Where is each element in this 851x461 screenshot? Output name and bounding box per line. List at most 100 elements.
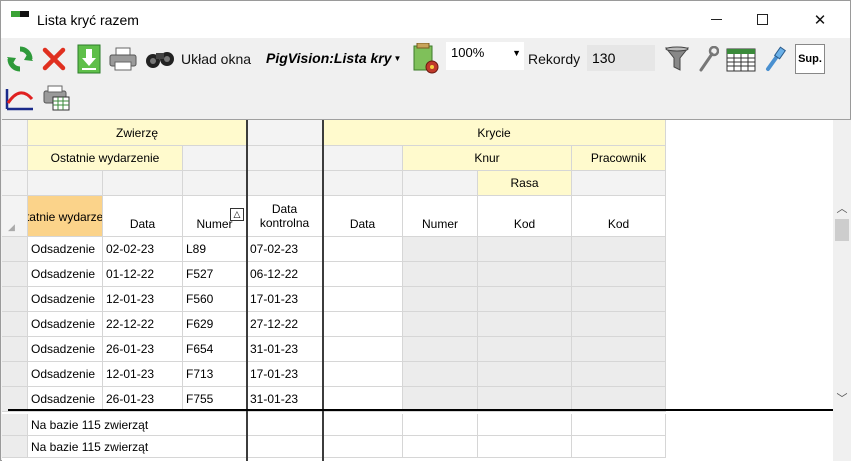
download-button[interactable] (74, 43, 104, 75)
column-header-kod-pracownik[interactable]: Kod (572, 196, 666, 237)
footer-cell (247, 436, 323, 458)
minimize-button[interactable] (693, 1, 739, 38)
refresh-button[interactable] (5, 44, 35, 74)
cell-krycie-data[interactable] (323, 237, 403, 262)
column-header-ostatnie-wydarzenie[interactable]: Ostatnie wydarzenie (28, 196, 103, 237)
cell-kod-rasa[interactable] (478, 262, 572, 287)
zoom-select[interactable]: 100% ▼ (446, 42, 524, 70)
search-button[interactable] (143, 44, 177, 74)
row-header[interactable] (2, 262, 28, 287)
cell-numer[interactable]: F713 (183, 362, 247, 387)
settings-button[interactable] (695, 44, 721, 74)
layout-select[interactable]: PigVision:Lista kry ▼ (260, 44, 410, 72)
sub-header-blank-b (103, 171, 183, 196)
cell-krycie-data[interactable] (323, 262, 403, 287)
cell-kod-rasa[interactable] (478, 362, 572, 387)
delete-button[interactable] (39, 44, 69, 74)
cell-data[interactable]: 12-01-23 (103, 287, 183, 312)
row-header[interactable] (2, 287, 28, 312)
cell-numer[interactable]: F527 (183, 262, 247, 287)
cell-krycie-data[interactable] (323, 362, 403, 387)
cell-data[interactable]: 26-01-23 (103, 337, 183, 362)
cell-ostatnie-wydarzenie[interactable]: Odsadzenie (28, 312, 103, 337)
print-grid-button[interactable] (40, 83, 72, 113)
cell-krycie-numer[interactable] (403, 312, 478, 337)
row-header[interactable] (2, 237, 28, 262)
maximize-icon (756, 14, 768, 25)
records-label: Rekordy (528, 51, 581, 67)
scroll-down-icon[interactable]: ﹀ (833, 390, 851, 406)
cell-ostatnie-wydarzenie[interactable]: Odsadzenie (28, 337, 103, 362)
column-header-kod-rasa[interactable]: Kod (478, 196, 572, 237)
row-header[interactable] (2, 362, 28, 387)
filter-button[interactable] (663, 44, 691, 74)
calendar-button[interactable] (725, 44, 757, 74)
cell-krycie-numer[interactable] (403, 237, 478, 262)
download-icon (77, 44, 101, 74)
sup-button[interactable]: Sup. (795, 44, 825, 74)
cell-data[interactable]: 22-12-22 (103, 312, 183, 337)
cell-krycie-numer[interactable] (403, 262, 478, 287)
cell-krycie-data[interactable] (323, 337, 403, 362)
cell-numer[interactable]: F629 (183, 312, 247, 337)
cell-kod-pracownik[interactable] (572, 362, 666, 387)
cell-kod-pracownik[interactable] (572, 237, 666, 262)
select-all-corner[interactable]: ◢ (2, 196, 28, 237)
cell-kod-rasa[interactable] (478, 312, 572, 337)
column-header-data-kontrolna[interactable]: Data kontrolna (247, 196, 323, 237)
cell-data[interactable]: 02-02-23 (103, 237, 183, 262)
cell-data-kontrolna[interactable]: 31-01-23 (247, 337, 323, 362)
cell-kod-pracownik[interactable] (572, 312, 666, 337)
cell-kod-pracownik[interactable] (572, 262, 666, 287)
column-header-krycie-data[interactable]: Data (323, 196, 403, 237)
app-icon (11, 11, 29, 17)
cell-krycie-numer[interactable] (403, 362, 478, 387)
scroll-up-icon[interactable]: ︿ (833, 200, 851, 216)
print-icon (109, 47, 137, 71)
row-header[interactable] (2, 312, 28, 337)
cell-ostatnie-wydarzenie[interactable]: Odsadzenie (28, 362, 103, 387)
cell-krycie-data[interactable] (323, 287, 403, 312)
cell-numer[interactable]: F560 (183, 287, 247, 312)
sort-ascending-icon[interactable]: △ (230, 208, 244, 221)
layout-settings-button[interactable] (411, 42, 441, 76)
cell-numer[interactable]: L89 (183, 237, 247, 262)
scroll-thumb[interactable] (835, 219, 849, 241)
chevron-down-icon: ▼ (393, 53, 402, 63)
cell-data-kontrolna[interactable]: 27-12-22 (247, 312, 323, 337)
cell-ostatnie-wydarzenie[interactable]: Odsadzenie (28, 262, 103, 287)
cell-data-kontrolna[interactable]: 07-02-23 (247, 237, 323, 262)
print-button[interactable] (108, 44, 138, 74)
cell-kod-pracownik[interactable] (572, 287, 666, 312)
cell-data-kontrolna[interactable]: 17-01-23 (247, 362, 323, 387)
toolbar: Układ okna PigVision:Lista kry ▼ 100% ▼ … (1, 38, 850, 118)
chart-button[interactable] (4, 83, 36, 113)
cell-krycie-numer[interactable] (403, 287, 478, 312)
cell-krycie-numer[interactable] (403, 337, 478, 362)
cell-ostatnie-wydarzenie[interactable]: Odsadzenie (28, 237, 103, 262)
cell-kod-rasa[interactable] (478, 337, 572, 362)
calendar-grid-icon (726, 48, 756, 72)
cell-data-kontrolna[interactable]: 06-12-22 (247, 262, 323, 287)
cell-data-kontrolna[interactable]: 17-01-23 (247, 287, 323, 312)
row-header[interactable] (2, 337, 28, 362)
cell-data[interactable]: 01-12-22 (103, 262, 183, 287)
cell-ostatnie-wydarzenie[interactable]: Odsadzenie (28, 287, 103, 312)
cell-numer[interactable]: F654 (183, 337, 247, 362)
cell-kod-pracownik[interactable] (572, 337, 666, 362)
data-grid[interactable]: Zwierzę Krycie Ostatnie wydarzenie Knur … (2, 119, 851, 461)
cell-krycie-data[interactable] (323, 312, 403, 337)
cell-kod-rasa[interactable] (478, 237, 572, 262)
sub-header-blank-f (403, 171, 478, 196)
row-header-blank-2 (2, 171, 28, 196)
maximize-button[interactable] (739, 1, 785, 38)
group-header-empty (247, 120, 323, 146)
cell-kod-rasa[interactable] (478, 287, 572, 312)
pipette-button[interactable] (761, 44, 789, 74)
column-header-data[interactable]: Data (103, 196, 183, 237)
sub-header-blank-g (572, 171, 666, 196)
cell-data[interactable]: 12-01-23 (103, 362, 183, 387)
close-button[interactable]: ✕ (797, 1, 843, 38)
vertical-scrollbar[interactable]: ︿ ﹀ (833, 120, 851, 461)
column-header-krycie-numer[interactable]: Numer (403, 196, 478, 237)
